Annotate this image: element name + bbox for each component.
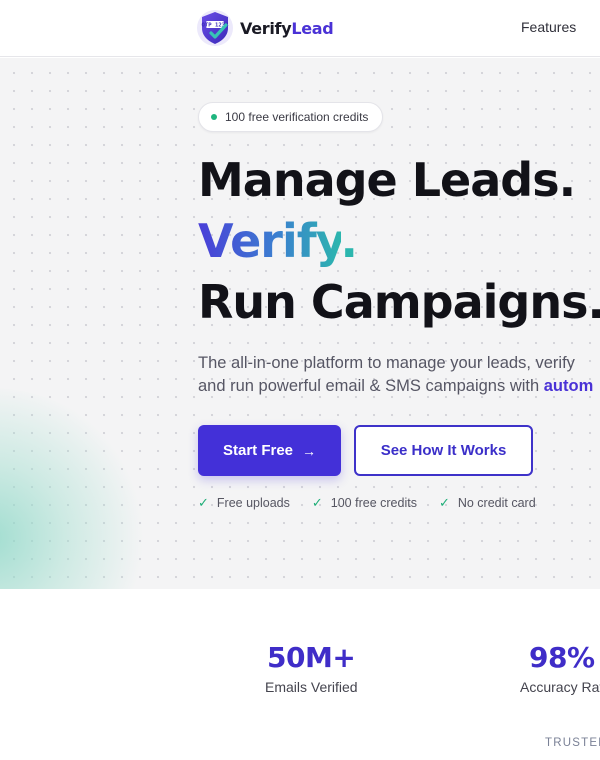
hero-subtitle-accent: autom xyxy=(543,377,594,395)
headline-verify-dot: . xyxy=(340,214,359,268)
benefit-label: Free uploads xyxy=(216,496,290,510)
benefit-free-uploads: ✓ Free uploads xyxy=(198,495,290,511)
headline-line-3: Run Campaigns. xyxy=(198,275,600,329)
credits-pill-text: 100 free verification credits xyxy=(225,110,369,124)
site-header: OTP 1234 VerifyLead Features xyxy=(0,0,600,57)
status-dot-icon xyxy=(211,114,217,120)
credits-pill: 100 free verification credits xyxy=(198,102,384,132)
benefit-free-credits: ✓ 100 free credits xyxy=(312,495,417,511)
headline-line-1: Manage Leads. xyxy=(198,153,576,207)
hero-glow xyxy=(0,388,150,589)
stats-section: 50M+ Emails Verified 98% Accuracy Rat TR… xyxy=(0,589,600,760)
shield-check-icon: OTP 1234 xyxy=(197,10,233,46)
benefit-label: No credit card xyxy=(457,496,536,510)
nav-link-features[interactable]: Features xyxy=(521,19,576,35)
stat-value-emails-verified: 50M+ xyxy=(267,641,356,674)
logo-text-verify: Verify xyxy=(240,18,292,38)
benefit-label: 100 free credits xyxy=(330,496,417,510)
hero-subtitle-line-2-text: and run powerful email & SMS campaigns w… xyxy=(198,377,544,395)
arrow-right-icon: → xyxy=(302,442,317,459)
logo[interactable]: OTP 1234 VerifyLead xyxy=(196,8,334,48)
hero-subtitle-line-2: and run powerful email & SMS campaigns w… xyxy=(198,375,593,398)
stat-label-emails-verified: Emails Verified xyxy=(265,679,358,695)
headline-verify-word: Verify xyxy=(198,214,342,268)
logo-wordmark: VerifyLead xyxy=(240,18,334,38)
stat-label-accuracy: Accuracy Rat xyxy=(520,679,600,695)
start-free-button[interactable]: Start Free → xyxy=(198,425,341,476)
logo-text-lead: Lead xyxy=(291,18,334,38)
check-icon: ✓ xyxy=(438,495,450,510)
benefits-list: ✓ Free uploads ✓ 100 free credits ✓ No c… xyxy=(198,495,558,511)
start-free-label: Start Free xyxy=(222,442,294,459)
check-icon: ✓ xyxy=(198,495,209,510)
check-icon: ✓ xyxy=(311,495,323,510)
hero-subtitle: The all-in-one platform to manage your l… xyxy=(198,352,593,398)
hero-subtitle-line-1: The all-in-one platform to manage your l… xyxy=(198,354,575,372)
headline-line-2: Verify. xyxy=(198,211,359,271)
hero-section: 100 free verification credits Manage Lea… xyxy=(0,58,600,589)
trusted-by-label: TRUSTED xyxy=(545,737,600,749)
stat-value-accuracy: 98% xyxy=(529,641,595,674)
benefit-no-credit-card: ✓ No credit card xyxy=(439,495,536,511)
see-how-it-works-button[interactable]: See How It Works xyxy=(354,425,533,476)
